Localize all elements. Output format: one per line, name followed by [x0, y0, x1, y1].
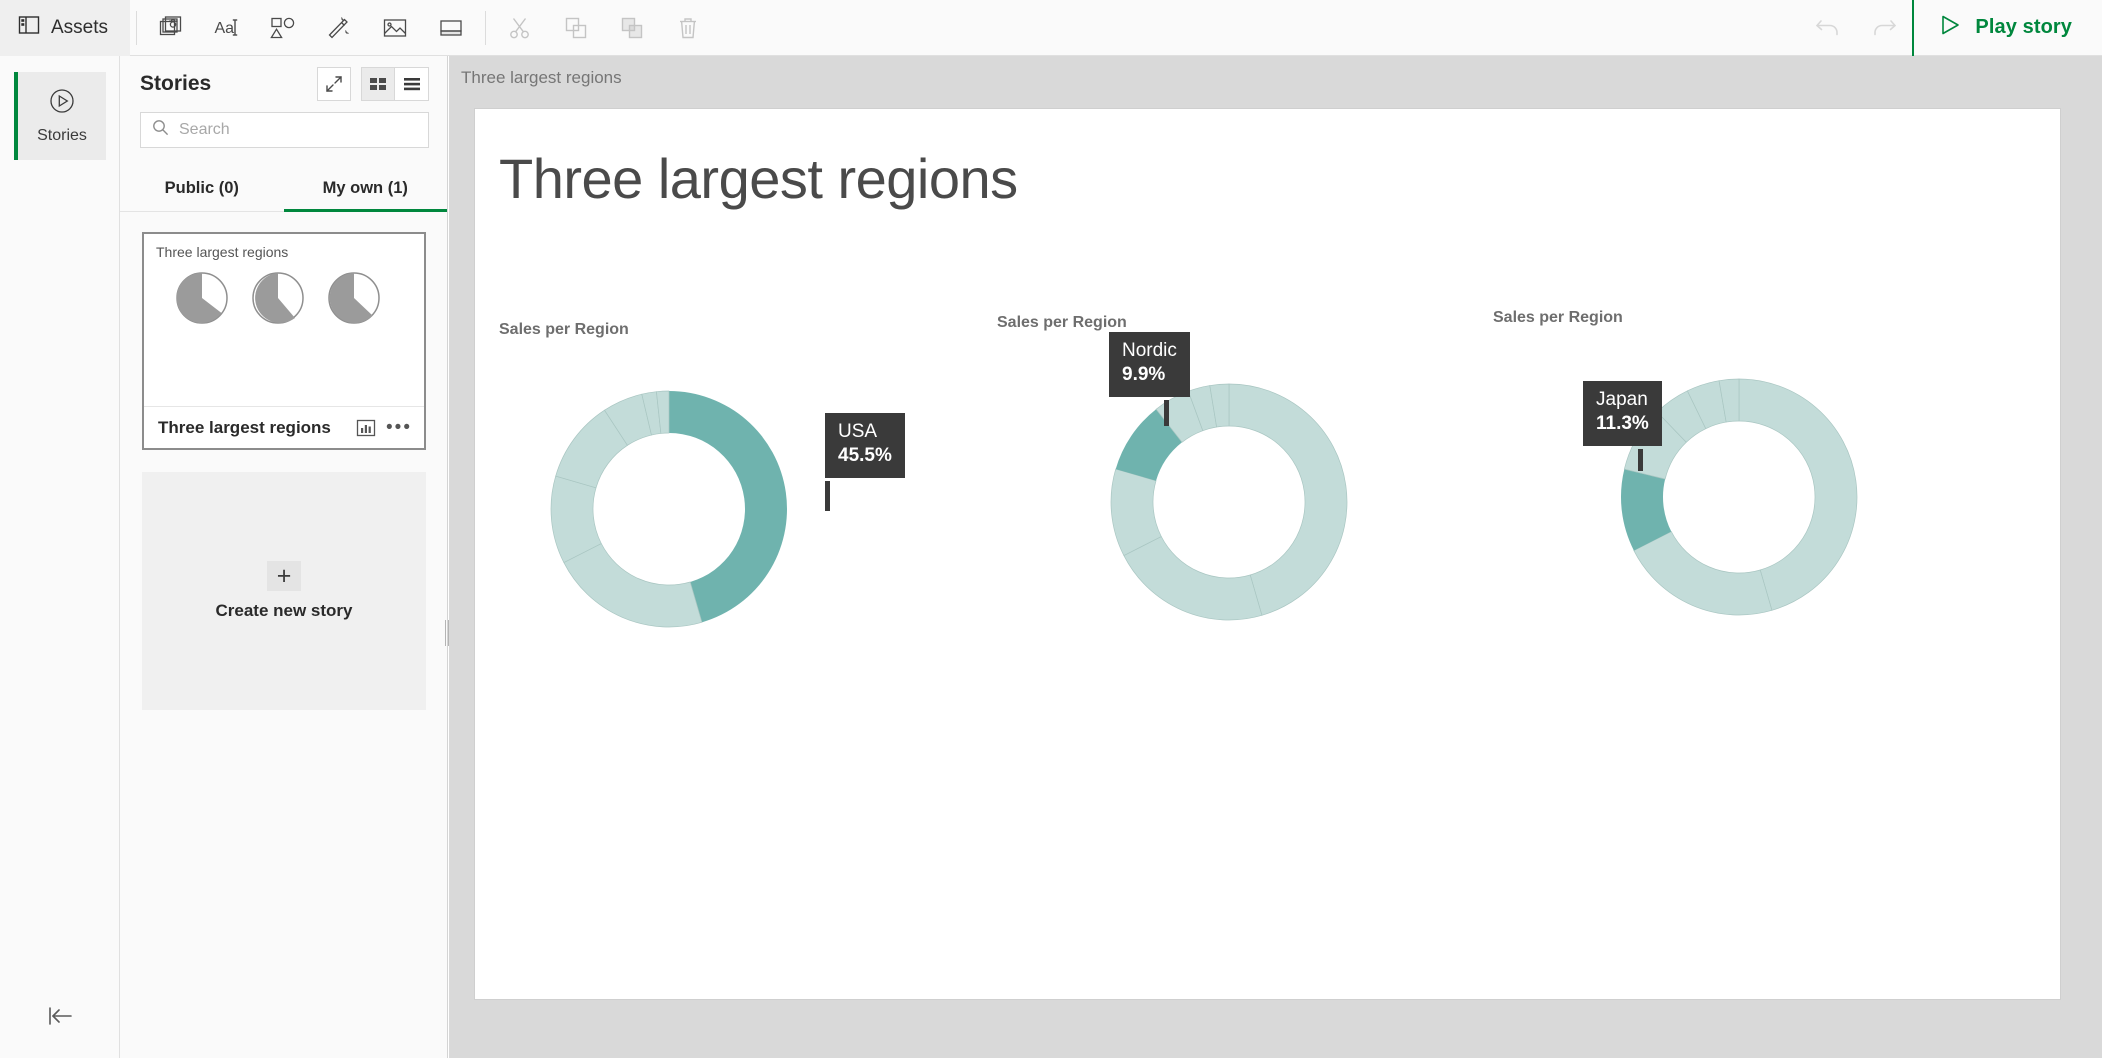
play-story-button[interactable]: Play story: [1914, 0, 2102, 56]
play-circle-icon: [48, 87, 76, 120]
tab-my-own-label: My own (1): [322, 179, 408, 197]
chart-title-3: Sales per Region: [1493, 309, 1623, 326]
tooltip-usa-name: USA: [838, 421, 878, 442]
donut-chart-1[interactable]: [499, 339, 839, 659]
media-library-icon[interactable]: [367, 0, 423, 56]
tooltip-nordic-stem: [1164, 400, 1169, 426]
stories-panel: Stories Search Public (0) My own (1) Thr…: [120, 56, 450, 1058]
assets-button[interactable]: Assets: [0, 0, 131, 56]
donut-slice[interactable]: [563, 543, 703, 628]
thumb-pie-2: [252, 272, 304, 324]
delete-icon[interactable]: [660, 0, 716, 56]
tooltip-usa-value: 45.5%: [838, 445, 892, 467]
donut-slice[interactable]: [1123, 536, 1263, 621]
tooltip-japan-stem: [1638, 449, 1643, 471]
snapshot-library-icon[interactable]: [143, 0, 199, 56]
tooltip-japan: Japan 11.3%: [1583, 381, 1662, 446]
more-options-icon[interactable]: •••: [386, 418, 412, 437]
chart-title-2: Sales per Region: [997, 314, 1127, 331]
tooltip-nordic-name: Nordic: [1122, 340, 1177, 361]
collapse-rail-button[interactable]: [0, 996, 120, 1036]
tooltip-usa-stem: [825, 481, 830, 511]
expand-panel-button[interactable]: [317, 67, 351, 101]
create-new-story-card[interactable]: + Create new story: [142, 472, 426, 710]
tooltip-japan-value: 11.3%: [1596, 413, 1649, 435]
page-title: Three largest regions: [499, 147, 1018, 210]
play-story-label: Play story: [1975, 16, 2072, 38]
shapes-icon[interactable]: [255, 0, 311, 56]
assets-panel-icon: [18, 14, 40, 41]
story-card-name: Three largest regions: [158, 417, 331, 437]
paste-icon[interactable]: [604, 0, 660, 56]
story-thumbnail: Three largest regions: [144, 234, 424, 406]
stories-panel-header: Stories: [120, 56, 447, 112]
view-toggle-group: [361, 67, 429, 101]
chart-title-1: Sales per Region: [499, 321, 629, 338]
story-thumbnail-title: Three largest regions: [156, 244, 289, 260]
text-icon[interactable]: Aa: [199, 0, 255, 56]
donut-slice[interactable]: [1633, 531, 1773, 616]
grid-view-button[interactable]: [361, 67, 395, 101]
search-box[interactable]: [140, 112, 429, 148]
chart-block-3[interactable]: Sales per Region Japan 11.3%: [1493, 309, 1993, 647]
sidebar-item-stories[interactable]: Stories: [14, 72, 106, 160]
undo-icon[interactable]: [1800, 0, 1856, 56]
story-card[interactable]: Three largest regions Three largest regi…: [142, 232, 426, 450]
sidebar-item-label: Stories: [37, 127, 87, 144]
chart-block-1[interactable]: Sales per Region USA 45.5%: [499, 321, 999, 659]
create-new-story-label: Create new story: [215, 601, 353, 620]
donut-chart-3[interactable]: [1569, 327, 1909, 647]
breadcrumb-label: Three largest regions: [461, 68, 622, 87]
thumb-pie-3: [328, 272, 380, 324]
chart-snapshot-icon[interactable]: [356, 419, 376, 437]
list-view-button[interactable]: [395, 67, 429, 101]
redo-icon[interactable]: [1856, 0, 1912, 56]
panel-title: Stories: [140, 72, 212, 95]
search-icon: [152, 119, 169, 141]
story-canvas[interactable]: Three largest regions Sales per Region U…: [474, 108, 2061, 1000]
story-card-footer: Three largest regions •••: [144, 406, 424, 448]
tab-my-own[interactable]: My own (1): [283, 166, 448, 212]
main-area: Three largest regions Three largest regi…: [449, 56, 2102, 1058]
effects-icon[interactable]: [311, 0, 367, 56]
tab-public-label: Public (0): [164, 179, 239, 197]
story-thumbnail-charts: [156, 260, 424, 326]
search-wrapper: [120, 112, 447, 148]
chart-block-2[interactable]: Sales per Region Nordic 9.9%: [997, 314, 1497, 652]
thumb-pie-1: [176, 272, 228, 324]
copy-icon[interactable]: [548, 0, 604, 56]
tab-public[interactable]: Public (0): [120, 166, 284, 211]
top-toolbar: Assets Aa Play story: [0, 0, 2102, 56]
toolbar-divider-2: [485, 10, 487, 45]
svg-text:Aa: Aa: [215, 20, 235, 37]
tooltip-usa: USA 45.5%: [825, 413, 905, 478]
cut-icon[interactable]: [492, 0, 548, 56]
tooltip-nordic-value: 9.9%: [1122, 364, 1166, 386]
toolbar-divider-1: [136, 10, 138, 45]
tooltip-japan-name: Japan: [1596, 389, 1648, 410]
breadcrumb: Three largest regions: [449, 56, 2102, 100]
plus-icon: +: [267, 561, 301, 591]
sheet-icon[interactable]: [423, 0, 479, 56]
assets-button-label: Assets: [51, 16, 109, 38]
search-input[interactable]: [179, 121, 417, 139]
tooltip-nordic: Nordic 9.9%: [1109, 332, 1190, 397]
stories-list: Three largest regions Three largest regi…: [120, 212, 447, 710]
left-rail: Stories: [0, 56, 120, 1058]
stories-tabs: Public (0) My own (1): [120, 166, 447, 212]
play-icon: [1938, 13, 1962, 42]
